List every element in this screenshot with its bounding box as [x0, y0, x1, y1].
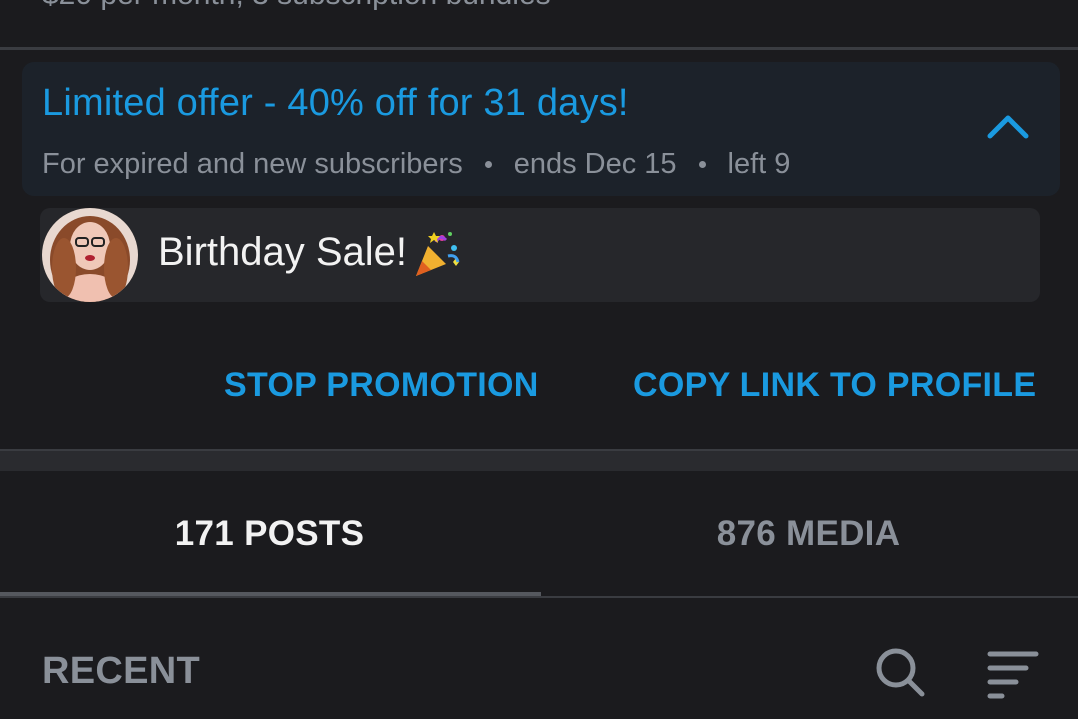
subscription-summary-text: $20 per month, 3 subscription bundles	[42, 0, 551, 12]
tab-posts[interactable]: 171 POSTS	[0, 471, 539, 597]
promotion-details: For expired and new subscribers ends Dec…	[42, 148, 790, 181]
promotion-card[interactable]: Limited offer - 40% off for 31 days! For…	[22, 62, 1060, 196]
sort-label[interactable]: RECENT	[42, 650, 200, 693]
chevron-up-icon[interactable]	[986, 110, 1030, 140]
copy-link-to-profile-button[interactable]: COPY LINK TO PROFILE	[633, 366, 1036, 405]
promotion-message-text: Birthday Sale!	[158, 230, 408, 274]
section-separator	[0, 451, 1078, 471]
active-tab-indicator	[0, 592, 541, 596]
avatar[interactable]	[42, 208, 138, 302]
profile-screen: $20 per month, 3 subscription bundles Li…	[0, 0, 1078, 719]
separator-dot	[698, 161, 706, 168]
tab-media-label: 876 MEDIA	[716, 514, 901, 553]
separator-dot	[484, 161, 492, 168]
promotion-audience: For expired and new subscribers	[42, 148, 463, 180]
party-popper-icon	[416, 232, 460, 276]
promotion-title: Limited offer - 40% off for 31 days!	[42, 82, 629, 124]
filter-sort-icon[interactable]	[986, 644, 1042, 700]
tab-posts-label: 171 POSTS	[174, 514, 365, 553]
promotion-end-date: ends Dec 15	[513, 148, 677, 180]
tab-media[interactable]: 876 MEDIA	[539, 471, 1078, 597]
promotion-remaining: left 9	[727, 148, 791, 180]
divider	[0, 596, 1078, 598]
search-icon[interactable]	[872, 644, 928, 700]
stop-promotion-button[interactable]: STOP PROMOTION	[224, 366, 539, 405]
divider	[0, 47, 1078, 50]
